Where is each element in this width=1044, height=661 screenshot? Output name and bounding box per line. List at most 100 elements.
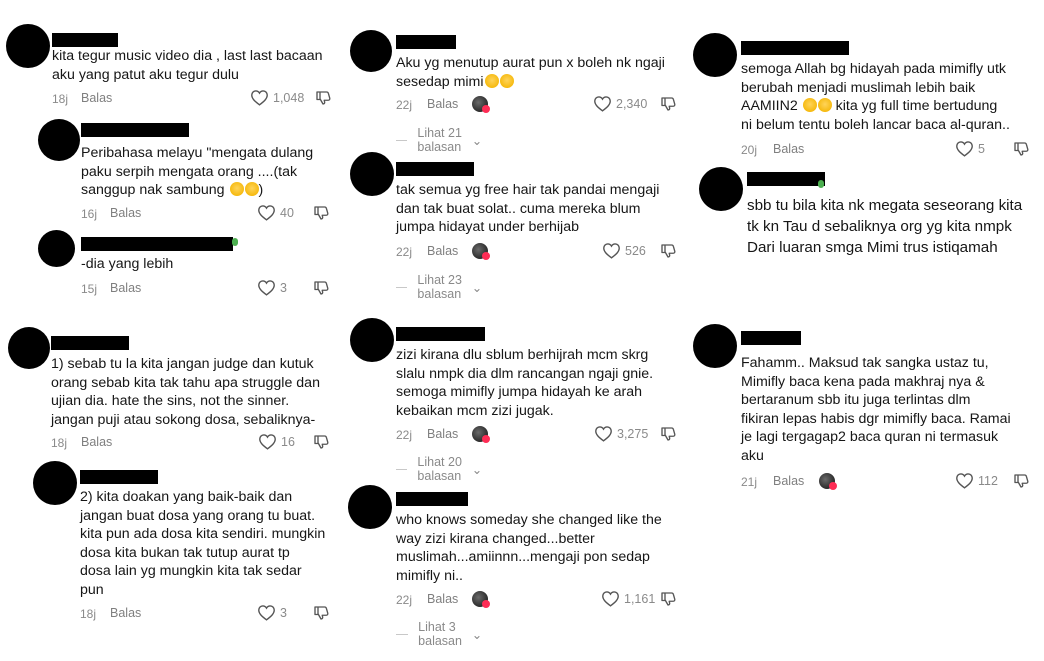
reply-button[interactable]: Balas	[427, 97, 458, 111]
comment-meta: 21j Balas 112	[741, 472, 1036, 492]
username-redacted[interactable]	[396, 35, 456, 49]
username-redacted[interactable]	[52, 33, 118, 47]
comment-text: kita tegur music video dia , last last b…	[52, 48, 323, 83]
like-button[interactable]: 2,340	[593, 95, 647, 112]
view-replies-button[interactable]: Lihat 20 balasan ⌄	[396, 455, 482, 483]
avatar[interactable]	[699, 167, 743, 211]
like-count: 3	[280, 605, 287, 620]
avatar[interactable]	[38, 230, 75, 267]
like-button[interactable]: 112	[955, 472, 998, 489]
avatar[interactable]	[348, 485, 392, 529]
comment-text: Aku yg menutup aurat pun x boleh nk ngaj…	[396, 54, 696, 91]
username-redacted[interactable]	[741, 331, 801, 345]
username-redacted[interactable]	[51, 336, 129, 350]
comment-text: -dia yang lebih	[81, 256, 174, 272]
dislike-button[interactable]	[1012, 140, 1030, 161]
avatar[interactable]	[350, 152, 394, 196]
dislike-button[interactable]	[659, 590, 677, 611]
view-replies-button[interactable]: Lihat 3 balasan ⌄	[396, 620, 482, 648]
like-count: 1,161	[624, 591, 656, 606]
comment-age: 20j	[741, 143, 758, 157]
view-replies-label: Lihat 23 balasan	[417, 273, 462, 301]
dislike-button[interactable]	[312, 433, 330, 454]
view-replies-label: Lihat 20 balasan	[417, 455, 462, 483]
avatar[interactable]	[350, 30, 392, 72]
creator-liked-avatar	[472, 591, 490, 608]
comment-meta: 22j Balas 2,340	[396, 95, 686, 115]
comment-text: Peribahasa melayu "mengata dulang paku s…	[81, 145, 314, 199]
creator-liked-avatar	[819, 473, 837, 490]
dislike-button[interactable]	[312, 204, 330, 225]
reply-button[interactable]: Balas	[427, 244, 458, 258]
like-button[interactable]: 1,048	[250, 89, 304, 106]
avatar[interactable]	[6, 24, 50, 68]
like-button[interactable]: 5	[955, 140, 985, 157]
comment-age: 16j	[81, 207, 98, 221]
like-button[interactable]: 526	[602, 242, 646, 259]
username-redacted[interactable]	[741, 41, 849, 55]
like-button[interactable]: 3	[257, 279, 287, 296]
comment-text-body: Peribahasa melayu "mengata dulang paku s…	[81, 145, 314, 199]
heart-icon	[258, 280, 275, 296]
reply-button[interactable]: Balas	[773, 474, 804, 488]
comment-text: sbb tu bila kita nk megata seseorang kit…	[747, 197, 1023, 256]
reply-button[interactable]: Balas	[110, 206, 141, 220]
username-redacted[interactable]	[81, 237, 233, 251]
like-button[interactable]: 40	[257, 204, 294, 221]
reply-button[interactable]: Balas	[81, 91, 112, 105]
chevron-down-icon: ⌄	[471, 280, 483, 295]
username-redacted[interactable]	[396, 492, 468, 506]
like-count: 112	[978, 473, 998, 488]
thumbs-down-icon	[314, 206, 329, 220]
dislike-button[interactable]	[314, 89, 332, 110]
like-count: 5	[978, 141, 985, 156]
username-redacted[interactable]	[396, 162, 474, 176]
like-count: 2,340	[616, 96, 648, 111]
dislike-button[interactable]	[659, 425, 677, 446]
dislike-button[interactable]	[659, 242, 677, 263]
replies-divider	[396, 139, 408, 141]
username-redacted[interactable]	[396, 327, 485, 341]
comment-meta: 22j Balas 3,275	[396, 425, 686, 445]
view-replies-button[interactable]: Lihat 23 balasan ⌄	[396, 273, 482, 301]
comment-meta: 18j Balas 1,048	[52, 89, 337, 109]
heart-eyes-emoji	[817, 98, 832, 113]
username-redacted[interactable]	[80, 470, 158, 484]
heart-icon	[258, 205, 275, 221]
comment-age: 18j	[51, 436, 68, 450]
username-redacted[interactable]	[747, 172, 825, 186]
reply-button[interactable]: Balas	[427, 592, 458, 606]
avatar[interactable]	[38, 119, 80, 161]
like-button[interactable]: 1,161	[601, 590, 655, 607]
like-button[interactable]: 3,275	[594, 425, 648, 442]
comment-text: Fahamm.. Maksud tak sangka ustaz tu, Mim…	[741, 355, 1011, 464]
avatar[interactable]	[350, 318, 394, 362]
comment-age: 21j	[741, 475, 758, 489]
dislike-button[interactable]	[312, 279, 330, 300]
dislike-button[interactable]	[659, 95, 677, 116]
avatar[interactable]	[8, 327, 50, 369]
view-replies-button[interactable]: Lihat 21 balasan ⌄	[396, 126, 482, 154]
dislike-button[interactable]	[1012, 472, 1030, 493]
comment-age: 18j	[80, 607, 97, 621]
avatar[interactable]	[33, 461, 77, 505]
username-redacted[interactable]	[81, 123, 189, 137]
avatar[interactable]	[693, 33, 737, 77]
like-button[interactable]: 16	[258, 433, 295, 450]
comment-text: 2) kita doakan yang baik-baik dan jangan…	[80, 489, 326, 598]
dislike-button[interactable]	[312, 604, 330, 625]
reply-button[interactable]: Balas	[427, 427, 458, 441]
reply-button[interactable]: Balas	[773, 142, 804, 156]
like-button[interactable]: 3	[257, 604, 287, 621]
comment-age: 22j	[396, 245, 413, 259]
like-count: 16	[281, 434, 295, 449]
reply-button[interactable]: Balas	[110, 281, 141, 295]
comment-meta: 22j Balas 1,161	[396, 590, 686, 610]
reply-button[interactable]: Balas	[81, 435, 112, 449]
avatar[interactable]	[693, 324, 737, 368]
comment-meta: 18j Balas 16	[51, 433, 337, 453]
like-count: 40	[280, 205, 294, 220]
heart-icon	[258, 605, 275, 621]
reply-button[interactable]: Balas	[110, 606, 141, 620]
thumbs-down-icon	[314, 435, 329, 449]
